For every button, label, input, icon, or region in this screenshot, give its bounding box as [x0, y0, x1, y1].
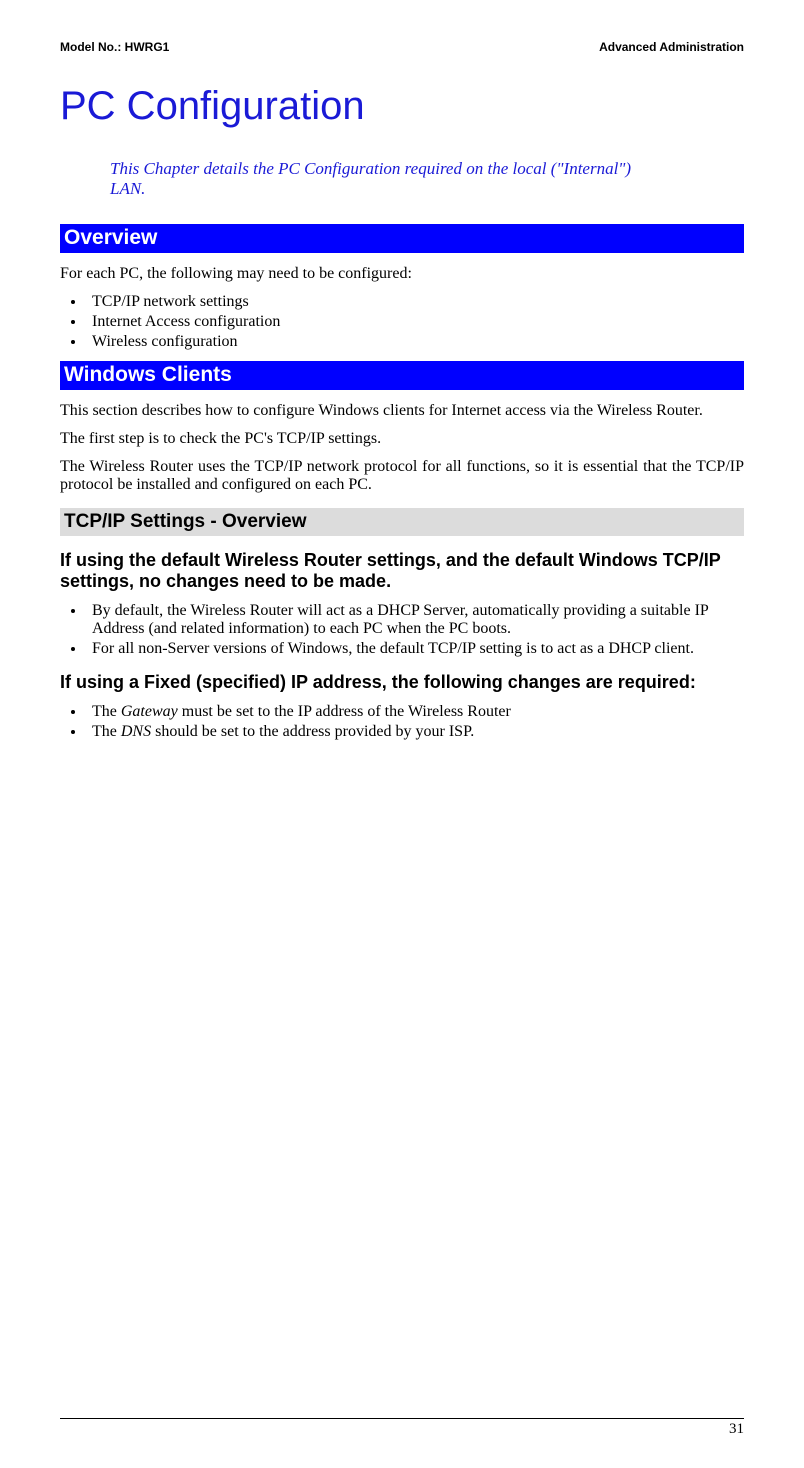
text-suffix: should be set to the address provided by…	[151, 723, 474, 740]
page-number: 31	[729, 1421, 744, 1437]
windows-para2: The first step is to check the PC's TCP/…	[60, 430, 744, 448]
default-settings-list: By default, the Wireless Router will act…	[60, 602, 744, 658]
text-prefix: The	[92, 723, 121, 740]
text-prefix: The	[92, 703, 121, 720]
model-number: Model No.: HWRG1	[60, 40, 169, 54]
chapter-title: PC Configuration	[60, 84, 744, 129]
list-item: Internet Access configuration	[86, 313, 744, 331]
list-item: Wireless configuration	[86, 333, 744, 351]
page-header: Model No.: HWRG1 Advanced Administration	[60, 40, 744, 54]
windows-clients-heading: Windows Clients	[60, 361, 744, 390]
list-item: The DNS should be set to the address pro…	[86, 723, 744, 741]
windows-para1: This section describes how to configure …	[60, 402, 744, 420]
page-footer: 31	[60, 1418, 744, 1438]
default-settings-heading: If using the default Wireless Router set…	[60, 550, 744, 592]
list-item: For all non-Server versions of Windows, …	[86, 640, 744, 658]
windows-para3: The Wireless Router uses the TCP/IP netw…	[60, 458, 744, 494]
list-item: By default, the Wireless Router will act…	[86, 602, 744, 638]
list-item: TCP/IP network settings	[86, 293, 744, 311]
text-suffix: must be set to the IP address of the Wir…	[178, 703, 511, 720]
overview-list: TCP/IP network settings Internet Access …	[60, 293, 744, 351]
fixed-ip-list: The Gateway must be set to the IP addres…	[60, 703, 744, 741]
tcpip-heading: TCP/IP Settings - Overview	[60, 508, 744, 536]
gateway-term: Gateway	[121, 703, 178, 720]
overview-heading: Overview	[60, 224, 744, 253]
list-item: The Gateway must be set to the IP addres…	[86, 703, 744, 721]
dns-term: DNS	[121, 723, 151, 740]
overview-intro: For each PC, the following may need to b…	[60, 265, 744, 283]
chapter-subtitle: This Chapter details the PC Configuratio…	[110, 159, 670, 199]
fixed-ip-heading: If using a Fixed (specified) IP address,…	[60, 672, 744, 693]
section-name: Advanced Administration	[599, 40, 744, 54]
